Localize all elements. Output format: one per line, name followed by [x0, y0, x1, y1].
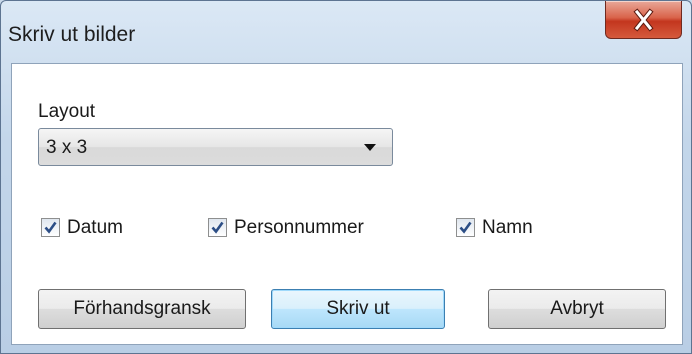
print-button[interactable]: Skriv ut [271, 289, 445, 329]
datum-checkbox[interactable] [41, 218, 60, 237]
print-dialog-window: Skriv ut bilder Layout 3 x 3 Datum Perso… [0, 0, 692, 354]
cancel-button[interactable]: Avbryt [488, 289, 666, 329]
checkmark-icon [211, 221, 224, 234]
title-bar[interactable]: Skriv ut bilder [1, 1, 691, 63]
close-button[interactable] [605, 1, 682, 39]
personnummer-checkbox[interactable] [208, 218, 227, 237]
close-icon [633, 8, 654, 32]
checkmark-icon [44, 221, 57, 234]
namn-label: Namn [482, 217, 533, 238]
checkmark-icon [459, 221, 472, 234]
datum-label: Datum [67, 217, 123, 238]
window-title: Skriv ut bilder [8, 23, 136, 46]
preview-button[interactable]: Förhandsgransk [38, 289, 246, 329]
namn-checkbox[interactable] [456, 218, 475, 237]
personnummer-label: Personnummer [234, 217, 364, 238]
layout-label: Layout [38, 101, 96, 122]
layout-dropdown[interactable]: 3 x 3 [38, 128, 393, 166]
chevron-down-icon [364, 144, 376, 151]
layout-selected-value: 3 x 3 [46, 137, 88, 158]
